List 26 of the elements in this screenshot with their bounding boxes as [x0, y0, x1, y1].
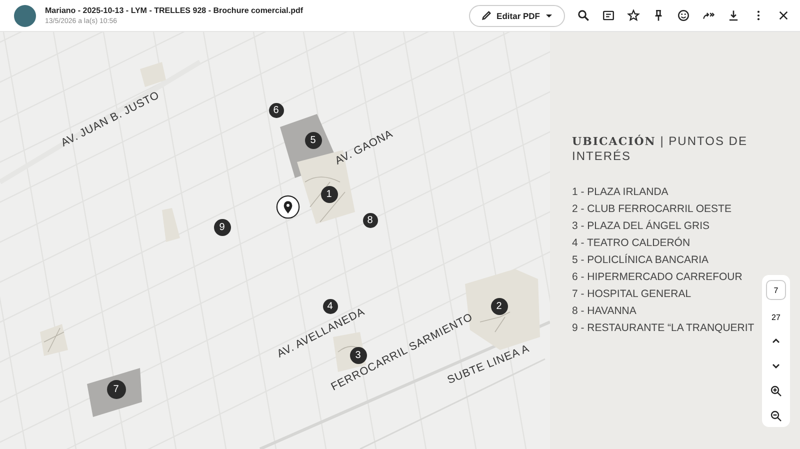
avatar — [14, 4, 36, 26]
location-pin-icon — [276, 195, 300, 219]
point-of-interest: 1 - PLAZA IRLANDA — [572, 185, 668, 200]
section-heading: UBICACIÓN | PUNTOS DE INTERÉS — [572, 134, 748, 164]
point-of-interest: 2 - CLUB FERROCARRIL OESTE — [572, 202, 732, 217]
total-pages: 27 — [772, 313, 780, 322]
pencil-icon — [480, 10, 492, 21]
download-icon[interactable] — [727, 9, 740, 22]
point-of-interest: 8 - HAVANNA — [572, 304, 636, 319]
close-icon[interactable] — [777, 9, 790, 22]
emoji-icon[interactable] — [677, 9, 690, 22]
point-of-interest: 6 - HIPERMERCADO CARREFOUR — [572, 270, 742, 285]
point-of-interest: 3 - PLAZA DEL ÁNGEL GRIS — [572, 218, 710, 234]
point-of-interest: 7 - HOSPITAL GENERAL — [572, 287, 692, 302]
point-of-interest: 5 - POLICLÍNICA BANCARIA — [572, 252, 709, 268]
zoom-in-icon[interactable] — [770, 385, 782, 397]
zoom-out-icon[interactable] — [770, 410, 782, 422]
star-icon[interactable] — [627, 9, 640, 22]
caret-icon — [545, 12, 553, 18]
search-icon[interactable] — [577, 9, 590, 22]
current-page[interactable]: 7 — [766, 280, 786, 300]
edit-pdf-button[interactable]: Editar PDF — [468, 4, 565, 26]
file-title: Mariano - 2025-10-13 - LYM - TRELLES 928 - Brochure comercial.pdf — [45, 6, 304, 15]
point-of-interest: 4 - TEATRO CALDERÓN — [572, 236, 690, 251]
notes-icon[interactable] — [602, 9, 615, 22]
point-of-interest: 9 - RESTAURANTE “LA TRANQUERIT — [572, 321, 754, 336]
